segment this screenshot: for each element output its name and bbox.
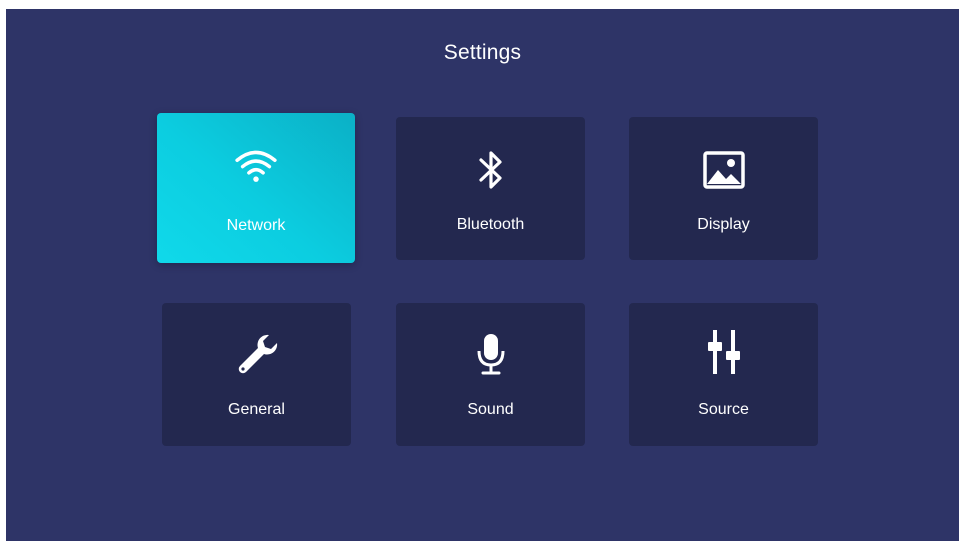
tile-general[interactable]: General <box>162 303 351 446</box>
tile-source[interactable]: Source <box>629 303 818 446</box>
tile-display[interactable]: Display <box>629 117 818 260</box>
tile-label: Network <box>226 217 286 234</box>
tile-network[interactable]: Network <box>157 113 355 263</box>
tile-label: Sound <box>467 401 514 418</box>
wrench-icon <box>235 331 279 375</box>
tile-label: Bluetooth <box>456 216 525 233</box>
microphone-icon <box>469 332 513 376</box>
page-title: Settings <box>443 41 522 64</box>
image-icon <box>702 148 746 192</box>
sliders-icon <box>702 330 746 374</box>
tile-bluetooth[interactable]: Bluetooth <box>396 117 585 260</box>
bluetooth-icon <box>469 148 513 192</box>
tile-sound[interactable]: Sound <box>396 303 585 446</box>
tile-label: General <box>228 401 285 418</box>
settings-screen: Settings Network Bluetooth Display Gener… <box>6 9 959 541</box>
tile-label: Source <box>698 401 749 418</box>
wifi-icon <box>234 143 278 187</box>
tile-label: Display <box>697 216 750 233</box>
